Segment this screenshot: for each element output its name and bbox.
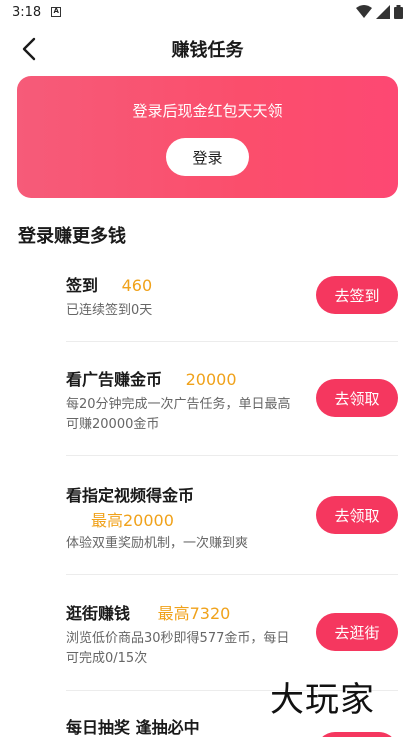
- task-item-shopping: 逛街赚钱 最高7320 浏览低价商品30秒即得577金币，每日可完成0/15次 …: [66, 598, 398, 670]
- nav-bar: 赚钱任务: [0, 24, 415, 72]
- login-banner: 登录后现金红包天天领 登录: [17, 76, 398, 198]
- task-reward: 最高7320: [157, 604, 231, 623]
- task-desc: 体验双重奖励机制，一次赚到爽: [66, 536, 249, 551]
- status-bar: 3:18 A: [0, 0, 415, 24]
- page-title: 赚钱任务: [171, 40, 244, 61]
- task-title: 看广告赚金币: [66, 370, 163, 389]
- task-item-watch-ads: 看广告赚金币 20000 每20分钟完成一次广告任务，单日最高可赚20000金币…: [66, 364, 398, 436]
- notification-icon: A: [51, 7, 62, 17]
- claim-video-button[interactable]: 去领取: [316, 496, 398, 534]
- checkin-button[interactable]: 去签到: [316, 276, 398, 314]
- login-tip: 登录后现金红包天天领: [132, 102, 283, 120]
- task-title: 看指定视频得金币: [66, 486, 195, 505]
- status-icons: [356, 5, 403, 19]
- section-title: 登录赚更多钱: [18, 226, 126, 247]
- task-item-watch-video: 看指定视频得金币 最高20000 体验双重奖励机制，一次赚到爽 去领取: [66, 480, 398, 556]
- login-button[interactable]: 登录: [166, 138, 249, 176]
- shopping-button[interactable]: 去逛街: [316, 613, 398, 651]
- task-desc: 浏览低价商品30秒即得577金币，每日可完成0/15次: [66, 631, 290, 666]
- task-item-checkin: 签到 460 已连续签到0天 去签到: [66, 270, 398, 328]
- signal-icon: [376, 5, 390, 19]
- task-title: 签到: [66, 276, 99, 295]
- status-time: 3:18: [12, 4, 42, 20]
- wifi-icon: [356, 5, 372, 18]
- task-desc: 已连续签到0天: [66, 303, 153, 318]
- task-reward: 460: [121, 276, 153, 295]
- task-reward: 最高20000: [91, 511, 174, 530]
- battery-icon: [394, 5, 403, 19]
- divider: [66, 455, 398, 456]
- task-title: 每日抽奖 逢抽必中: [66, 718, 200, 737]
- task-reward: 20000: [185, 370, 237, 389]
- task-title: 逛街赚钱: [66, 604, 131, 623]
- divider: [66, 341, 398, 342]
- lottery-button-partial[interactable]: [316, 732, 398, 737]
- divider: [66, 574, 398, 575]
- task-desc: 每20分钟完成一次广告任务，单日最高可赚20000金币: [66, 397, 291, 432]
- watermark: 大玩家: [270, 680, 375, 720]
- claim-ads-button[interactable]: 去领取: [316, 379, 398, 417]
